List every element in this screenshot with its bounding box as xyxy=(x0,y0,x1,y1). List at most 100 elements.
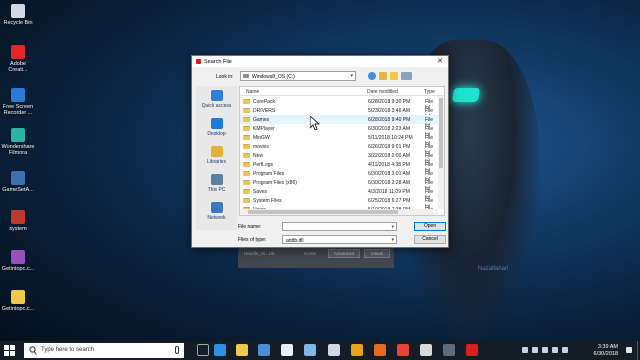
file-row[interactable]: Program Files (x86) 6/30/2018 2:28 AM File… xyxy=(240,178,438,192)
ghost-install-button[interactable]: Install xyxy=(364,249,390,258)
file-row[interactable]: Saves 4/3/2018 11:09 PM File fol xyxy=(240,187,438,201)
wallpaper-visor xyxy=(451,88,481,102)
folder-icon xyxy=(243,162,250,167)
folder-icon xyxy=(243,117,250,122)
place-quick-access[interactable]: Quick access xyxy=(196,90,237,109)
desktop-shortcut[interactable]: Getintopc.c... xyxy=(0,290,36,312)
file-row[interactable]: MinGW 5/11/2018 10:24 PM File fol xyxy=(240,133,438,147)
desktop-shortcut[interactable]: Adobe Creati... xyxy=(0,45,36,74)
desktop-shortcut-label: Getintopc.c... xyxy=(1,306,35,312)
edge-browser-icon[interactable] xyxy=(214,344,226,356)
store-icon[interactable] xyxy=(258,344,270,356)
windows-start-icon[interactable] xyxy=(4,345,15,356)
home-icon[interactable] xyxy=(281,344,293,356)
chevron-down-icon[interactable]: ▾ xyxy=(391,224,394,230)
vertical-scrollbar[interactable] xyxy=(438,96,444,209)
folder-icon xyxy=(243,99,250,104)
language-icon[interactable] xyxy=(562,347,568,353)
look-in-dropdown[interactable]: Windows8_OS (C:) ▾ xyxy=(240,71,356,81)
clock-time: 3:39 AM xyxy=(597,344,618,350)
settings-icon[interactable] xyxy=(443,344,455,356)
file-name: KMPlayer xyxy=(253,125,275,132)
look-in-label: Look in: xyxy=(216,74,234,80)
file-row[interactable]: CorePack 6/28/2018 9:30 PM File fol xyxy=(240,97,438,111)
mail-icon[interactable] xyxy=(328,344,340,356)
monitor-icon[interactable] xyxy=(304,344,316,356)
up-folder-icon[interactable] xyxy=(379,72,387,80)
folder-icon xyxy=(243,180,250,185)
search-placeholder: Type here to search xyxy=(41,347,95,353)
file-name-field[interactable]: ▾ xyxy=(282,222,397,231)
battery-icon[interactable] xyxy=(552,347,558,353)
taskbar: Type here to search 3:39 AM 6/30/2018 xyxy=(0,341,640,360)
ghost-path-text: Handle_Hi...Ub xyxy=(244,251,275,256)
file-name: movies xyxy=(253,143,269,150)
file-row[interactable]: Program Files 6/30/2018 3:01 AM File fol xyxy=(240,169,438,183)
media-player-icon[interactable] xyxy=(351,344,363,356)
desktop-shortcut-label: system xyxy=(9,226,27,232)
task-view-icon[interactable] xyxy=(197,344,209,356)
desktop-shortcut-label: Free Screen Recorder ... xyxy=(2,104,34,117)
place-libraries[interactable]: Libraries xyxy=(196,146,237,165)
column-date-modified[interactable]: Date modified xyxy=(367,89,398,95)
file-row[interactable]: System Files 6/25/2018 6:27 PM File fol xyxy=(240,196,438,210)
desktop-shortcut[interactable]: Wondershare Filmora xyxy=(0,128,36,157)
new-folder-icon[interactable] xyxy=(390,72,398,80)
file-date: 6/26/2018 9:01 PM xyxy=(368,143,411,150)
downloader-icon[interactable] xyxy=(420,344,432,356)
files-of-type-label: Files of type: xyxy=(238,237,267,243)
clock[interactable]: 3:39 AM 6/30/2018 xyxy=(594,344,618,358)
back-icon[interactable] xyxy=(368,72,376,80)
search-icon xyxy=(29,346,37,355)
place-this-pc[interactable]: This PC xyxy=(196,174,237,193)
column-type[interactable]: Type xyxy=(424,89,435,95)
file-row[interactable]: Games 6/28/2018 9:40 PM File fol xyxy=(240,115,438,129)
file-explorer-icon[interactable] xyxy=(236,344,248,356)
dialog-titlebar[interactable]: Search File ✕ xyxy=(192,56,448,67)
files-of-type-select[interactable]: anttb.dll ▾ xyxy=(282,235,397,244)
file-name: PerfLogs xyxy=(253,161,274,168)
volume-icon[interactable] xyxy=(542,347,548,353)
winrar-archive-icon xyxy=(11,250,25,264)
file-name: New xyxy=(253,152,264,159)
microphone-icon[interactable] xyxy=(175,346,179,354)
look-in-value: Windows8_OS (C:) xyxy=(252,73,295,80)
file-name: System Files xyxy=(253,197,282,204)
desktop-shortcut[interactable]: Free Screen Recorder ... xyxy=(0,88,36,117)
network-tray-icon[interactable] xyxy=(532,347,538,353)
desktop-shortcut[interactable]: system xyxy=(0,210,36,232)
desktop-shortcut-label: Getintopc.c... xyxy=(1,266,35,272)
cancel-button[interactable]: Cancel xyxy=(414,235,446,244)
active-app-icon[interactable] xyxy=(466,344,478,356)
open-button[interactable]: Open xyxy=(414,222,446,231)
file-date: 5/23/2018 3:46 AM xyxy=(368,107,410,114)
ghost-advanced-button[interactable]: Advanced xyxy=(328,249,360,258)
filmora-icon xyxy=(11,128,25,142)
tray-chevron-icon[interactable] xyxy=(522,347,528,353)
desktop-shortcut[interactable]: Recycle Bin xyxy=(0,4,36,26)
place-desktop[interactable]: Desktop xyxy=(196,118,237,137)
view-menu-icon[interactable] xyxy=(401,72,412,80)
file-row[interactable]: movies 6/26/2018 9:01 PM File fol xyxy=(240,142,438,156)
horizontal-scrollbar[interactable] xyxy=(240,209,438,215)
chrome-icon[interactable] xyxy=(397,344,409,356)
close-icon[interactable]: ✕ xyxy=(435,57,445,66)
file-row[interactable]: PerfLogs 4/11/2018 4:38 PM File fol xyxy=(240,160,438,174)
libraries-icon xyxy=(210,146,223,157)
ghost-option-text: Home xyxy=(304,251,317,256)
column-name[interactable]: Name xyxy=(246,89,259,95)
notifications-icon[interactable] xyxy=(626,347,632,353)
file-date: 6/28/2018 9:30 PM xyxy=(368,98,411,105)
place-label: Libraries xyxy=(206,159,227,165)
file-row[interactable]: New 3/22/2018 2:00 AM File fol xyxy=(240,151,438,165)
screen-recorder-icon xyxy=(11,88,25,102)
desktop-shortcut[interactable]: GameSetA... xyxy=(0,171,36,193)
desktop-shortcut-label: Wondershare Filmora xyxy=(1,144,35,157)
taskbar-search-input[interactable]: Type here to search xyxy=(24,343,184,358)
place-network[interactable]: Network xyxy=(196,202,237,221)
firefox-icon[interactable] xyxy=(374,344,386,356)
desktop-shortcut[interactable]: Getintopc.c... xyxy=(0,250,36,272)
file-row[interactable]: KMPlayer 6/30/2018 2:23 AM File fol xyxy=(240,124,438,138)
file-list[interactable]: Name Date modified Type CorePack 6/28/201… xyxy=(239,86,445,216)
file-row[interactable]: DRIVERS5/23/2018 3:46 AMFile fol xyxy=(240,106,438,120)
